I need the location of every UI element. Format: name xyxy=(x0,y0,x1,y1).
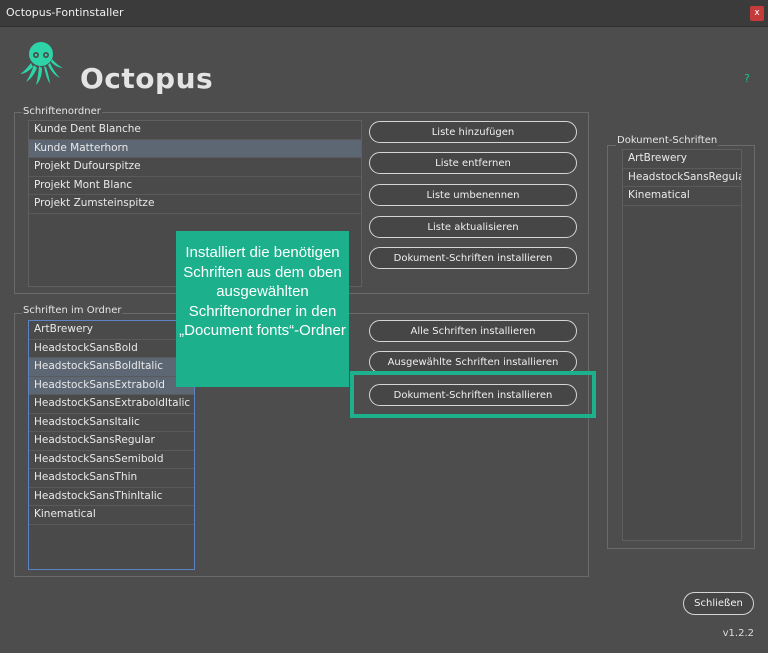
close-window-button[interactable]: x xyxy=(750,6,764,21)
list-item[interactable]: Kinematical xyxy=(29,506,194,525)
list-item-selected[interactable]: Kunde Matterhorn xyxy=(29,139,361,158)
list-item[interactable]: HeadstockSansRegular xyxy=(29,432,194,451)
version-label: v1.2.2 xyxy=(722,628,754,639)
add-list-button[interactable]: Liste hinzufügen xyxy=(369,121,577,143)
list-item[interactable]: HeadstockSansThinItalic xyxy=(29,488,194,506)
title-bar: Octopus-Fontinstaller x xyxy=(0,0,768,27)
list-item[interactable]: HeadstockSansBold xyxy=(29,340,194,358)
list-item[interactable]: HeadstockSansRegular xyxy=(623,169,741,187)
list-item[interactable]: HeadstockSansThin xyxy=(29,469,194,488)
list-item[interactable]: Kinematical xyxy=(623,187,741,206)
refresh-list-button[interactable]: Liste aktualisieren xyxy=(369,216,577,238)
list-item[interactable]: ArtBrewery xyxy=(623,150,741,169)
app-brand-title: Octopus xyxy=(80,62,214,95)
list-item[interactable]: Kunde Dent Blanche xyxy=(29,121,361,140)
font-folders-legend: Schriftenordner xyxy=(22,106,102,117)
list-item[interactable]: HeadstockSansItalic xyxy=(29,414,194,432)
list-item[interactable]: Projekt Zumsteinspitze xyxy=(29,195,361,214)
list-item[interactable]: ArtBrewery xyxy=(29,321,194,340)
install-info-tooltip: Installiert die benötigen Schriften aus … xyxy=(176,231,349,387)
install-document-fonts-button-top[interactable]: Dokument-Schriften installieren xyxy=(369,247,577,269)
document-fonts-list[interactable]: ArtBrewery HeadstockSansRegular Kinemati… xyxy=(622,149,742,541)
highlight-frame xyxy=(350,371,596,418)
octopus-logo-icon xyxy=(20,42,63,85)
fonts-in-folder-legend: Schriften im Ordner xyxy=(22,305,123,316)
list-item-selected[interactable]: HeadstockSansBoldItalic xyxy=(29,358,194,377)
list-item[interactable]: Projekt Mont Blanc xyxy=(29,177,361,195)
document-fonts-legend: Dokument-Schriften xyxy=(616,135,719,146)
install-selected-fonts-button[interactable]: Ausgewählte Schriften installieren xyxy=(369,351,577,373)
list-item-selected[interactable]: HeadstockSansExtrabold xyxy=(29,376,194,395)
list-item[interactable]: HeadstockSansSemibold xyxy=(29,451,194,469)
list-item[interactable]: Projekt Dufourspitze xyxy=(29,158,361,177)
window-title: Octopus-Fontinstaller xyxy=(6,6,124,19)
remove-list-button[interactable]: Liste entfernen xyxy=(369,152,577,174)
rename-list-button[interactable]: Liste umbenennen xyxy=(369,184,577,206)
list-item[interactable]: HeadstockSansExtraboldItalic xyxy=(29,395,194,414)
close-button[interactable]: Schließen xyxy=(683,592,754,615)
help-link[interactable]: ? xyxy=(744,72,750,85)
install-all-fonts-button[interactable]: Alle Schriften installieren xyxy=(369,320,577,342)
fonts-in-folder-list[interactable]: ArtBrewery HeadstockSansBold HeadstockSa… xyxy=(28,320,195,570)
